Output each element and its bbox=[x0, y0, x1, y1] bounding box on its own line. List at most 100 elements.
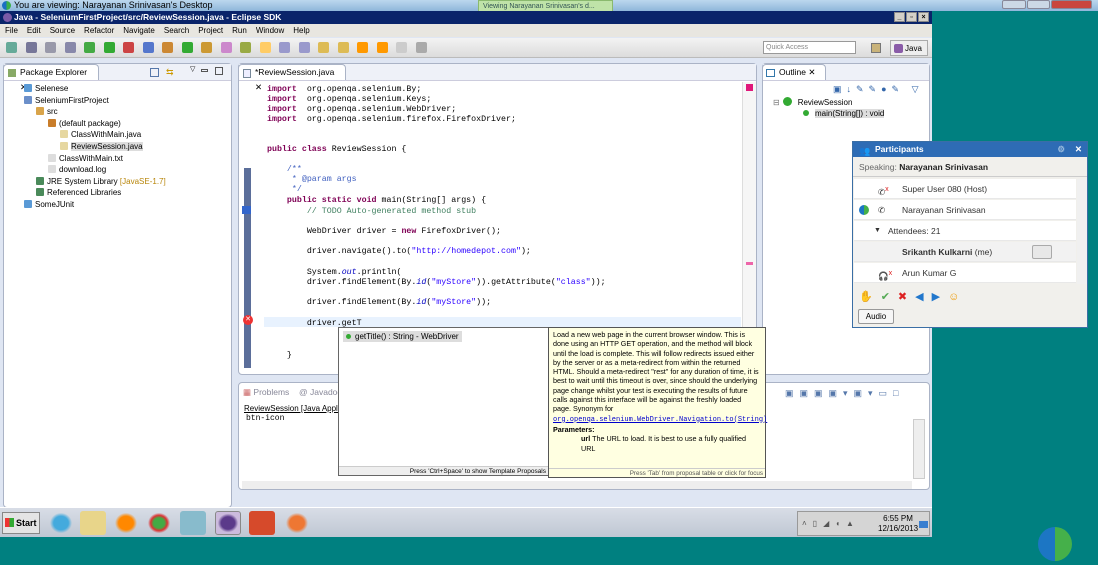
horizontal-scrollbar[interactable] bbox=[242, 481, 912, 489]
tree-item[interactable]: ReviewSession.java bbox=[60, 142, 143, 152]
toolbar-button[interactable] bbox=[415, 42, 427, 53]
autocomplete-item[interactable]: getTitle() : String - WebDriver bbox=[343, 331, 462, 342]
tree-item[interactable]: Referenced Libraries bbox=[36, 188, 121, 198]
toolbar-button[interactable] bbox=[279, 42, 290, 53]
view-menu-icon[interactable]: ▽ bbox=[190, 65, 195, 73]
minimize-icon[interactable] bbox=[201, 69, 208, 72]
menu-edit[interactable]: Edit bbox=[27, 24, 41, 37]
menu-search[interactable]: Search bbox=[164, 24, 189, 37]
toolbar-button[interactable] bbox=[45, 42, 56, 53]
minimize-button[interactable] bbox=[1002, 0, 1026, 9]
menu-source[interactable]: Source bbox=[50, 24, 75, 37]
media-player-icon[interactable] bbox=[113, 511, 139, 535]
menu-file[interactable]: File bbox=[5, 24, 18, 37]
audio-button[interactable]: Audio bbox=[858, 309, 894, 324]
warning-marker[interactable] bbox=[746, 262, 753, 265]
close-icon[interactable]: ✕ bbox=[808, 67, 815, 77]
participant-row[interactable]: 🎧x Arun Kumar G bbox=[854, 263, 1076, 283]
viewer-window-controls[interactable] bbox=[1002, 0, 1092, 9]
minimize-button[interactable]: _ bbox=[894, 12, 905, 22]
outline-class[interactable]: ReviewSession bbox=[798, 98, 853, 107]
tree-item[interactable]: JRE System Library [JavaSE-1.7] bbox=[36, 176, 166, 187]
participants-actions[interactable]: ✋✔✖◀▶☺ bbox=[859, 290, 967, 303]
toolbar-button[interactable] bbox=[259, 42, 271, 53]
toolbar-button[interactable] bbox=[318, 42, 329, 53]
maximize-icon[interactable] bbox=[215, 67, 223, 75]
vertical-scrollbar[interactable] bbox=[913, 419, 925, 479]
tree-item[interactable]: SomeJUnit bbox=[24, 200, 74, 210]
toolbar-button[interactable] bbox=[25, 42, 37, 53]
collapse-all-icon[interactable] bbox=[150, 68, 159, 77]
maximize-button[interactable]: ▫ bbox=[906, 12, 917, 22]
quick-access-input[interactable]: Quick Access bbox=[763, 41, 856, 54]
close-icon[interactable]: ✕ bbox=[255, 82, 262, 92]
menu-navigate[interactable]: Navigate bbox=[123, 24, 155, 37]
close-icon[interactable]: ✕ bbox=[1075, 142, 1082, 157]
console-toolbar[interactable]: ▣▣▣▣▾▣▾▭□ bbox=[785, 388, 905, 399]
tray-icons[interactable]: ˄▯◢◖▲ bbox=[802, 519, 860, 528]
eclipse-taskbar-icon[interactable] bbox=[215, 511, 241, 535]
menu-run[interactable]: Run bbox=[232, 24, 247, 37]
app-icon[interactable] bbox=[180, 511, 206, 535]
expand-icon[interactable]: ▼ bbox=[874, 221, 881, 241]
task-marker-icon[interactable] bbox=[242, 206, 251, 214]
firefox-icon[interactable] bbox=[284, 511, 310, 535]
attendees-group[interactable]: ▼ Attendees: 21 bbox=[854, 221, 1076, 241]
link-editor-icon[interactable]: ⇆ bbox=[166, 67, 174, 78]
toolbar-button[interactable] bbox=[64, 42, 76, 53]
tree-item[interactable]: ClassWithMain.java bbox=[60, 130, 141, 140]
toolbar-button[interactable] bbox=[84, 42, 95, 53]
toolbar-button[interactable] bbox=[181, 42, 193, 53]
toolbar-button[interactable] bbox=[298, 42, 310, 53]
close-button[interactable] bbox=[1051, 0, 1092, 9]
toolbar-button[interactable] bbox=[396, 42, 407, 53]
show-desktop-icon[interactable] bbox=[919, 521, 928, 528]
gear-icon[interactable]: ⚙ bbox=[1057, 142, 1065, 157]
participants-scrollbar[interactable] bbox=[1077, 179, 1087, 284]
tree-item[interactable]: (default package) bbox=[48, 118, 121, 129]
powerpoint-icon[interactable] bbox=[249, 511, 275, 535]
toolbar-button[interactable] bbox=[376, 42, 388, 53]
toolbar-button[interactable] bbox=[123, 42, 134, 53]
open-perspective-icon[interactable] bbox=[871, 43, 881, 53]
java-perspective-button[interactable]: Java bbox=[890, 40, 928, 56]
outline-method[interactable]: main(String[]) : void bbox=[815, 109, 885, 118]
toolbar-button[interactable] bbox=[240, 42, 251, 53]
tab-package-explorer[interactable]: Package Explorer ✕ bbox=[3, 64, 99, 92]
error-icon[interactable]: ✕ bbox=[243, 315, 253, 325]
menu-window[interactable]: Window bbox=[256, 24, 284, 37]
javadoc-link[interactable]: org.openqa.selenium.WebDriver.Navigation… bbox=[553, 416, 767, 424]
toolbar-button[interactable] bbox=[162, 42, 173, 53]
menu-project[interactable]: Project bbox=[198, 24, 223, 37]
tree-item[interactable]: SeleniumFirstProject bbox=[24, 95, 109, 106]
menu-help[interactable]: Help bbox=[293, 24, 309, 37]
tab-outline[interactable]: Outline ✕ bbox=[762, 64, 826, 80]
tree-item[interactable]: download.log bbox=[48, 165, 106, 175]
toolbar-button[interactable] bbox=[103, 42, 115, 53]
tab-review-session[interactable]: *ReviewSession.java ✕ bbox=[238, 64, 346, 92]
start-button[interactable]: Start bbox=[2, 512, 40, 534]
tab-problems[interactable]: ▦ Problems bbox=[243, 387, 289, 398]
participant-row[interactable]: ✆ Narayanan Srinivasan bbox=[854, 200, 1076, 220]
explorer-icon[interactable] bbox=[80, 511, 106, 535]
globe-icon[interactable] bbox=[1038, 527, 1072, 561]
clock[interactable]: 6:55 PM 12/16/2013 bbox=[878, 514, 918, 534]
menu-refactor[interactable]: Refactor bbox=[84, 24, 114, 37]
toolbar-button[interactable] bbox=[201, 42, 212, 53]
error-marker[interactable] bbox=[746, 84, 753, 91]
toolbar-button[interactable] bbox=[357, 42, 368, 53]
chrome-icon[interactable] bbox=[146, 511, 172, 535]
ie-icon[interactable] bbox=[48, 511, 74, 535]
participant-row[interactable]: ✆x Super User 080 (Host) bbox=[854, 179, 1076, 199]
toolbar-button[interactable] bbox=[142, 42, 154, 53]
tab-javadoc[interactable]: @ Javadoc bbox=[299, 387, 342, 397]
toolbar-button[interactable] bbox=[220, 42, 232, 53]
camera-button[interactable] bbox=[1032, 245, 1052, 259]
tree-item[interactable]: Selenese bbox=[24, 84, 68, 94]
close-button[interactable]: × bbox=[918, 12, 929, 22]
toolbar-button[interactable] bbox=[337, 42, 349, 53]
toolbar-button[interactable] bbox=[6, 42, 17, 53]
restore-button[interactable] bbox=[1026, 0, 1051, 9]
tree-item[interactable]: ClassWithMain.txt bbox=[48, 153, 123, 164]
tree-item[interactable]: src bbox=[36, 107, 58, 117]
